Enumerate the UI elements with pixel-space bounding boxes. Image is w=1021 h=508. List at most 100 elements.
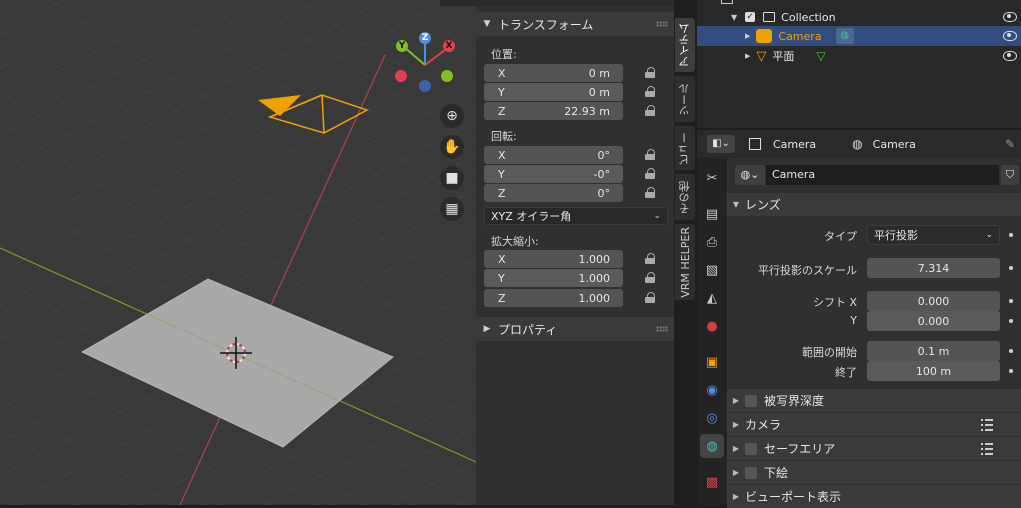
mesh-data-icon[interactable]: ▽: [816, 49, 825, 63]
dof-panel-header[interactable]: ▶ 被写界深度: [727, 389, 1021, 412]
drag-grip-icon[interactable]: [656, 326, 668, 332]
camera-data-tab-icon[interactable]: ◍: [700, 434, 724, 458]
expand-triangle-icon: ▼: [731, 12, 738, 22]
tab-item[interactable]: アイテム: [675, 18, 695, 72]
output-tab-icon[interactable]: ⎙: [700, 230, 724, 254]
safe-areas-checkbox[interactable]: [745, 442, 757, 455]
tab-tool[interactable]: ツール: [675, 76, 695, 122]
datablock-selector[interactable]: ◍⌄ Camera ⛉: [735, 165, 1019, 185]
clip-end-label: 終了: [835, 366, 857, 379]
gizmo-x-ball[interactable]: X: [443, 40, 455, 52]
rotation-mode-dropdown[interactable]: XYZ オイラー角 ⌄: [484, 207, 668, 225]
axis-label: Y: [498, 271, 505, 285]
background-images-panel-header[interactable]: ▶ 下絵: [727, 461, 1021, 484]
properties-tabs: ✂ ▤ ⎙ ▧ ◭ ● ▣ ◉ ◎ ◍ ▩: [697, 158, 727, 505]
drag-grip-icon[interactable]: [656, 21, 668, 27]
shift-x-field[interactable]: 0.000: [867, 291, 1000, 311]
field-value: 0°: [597, 148, 611, 162]
rotation-x-field[interactable]: X 0°: [484, 146, 623, 164]
lock-location-z-icon[interactable]: [644, 105, 658, 117]
animate-dot-icon[interactable]: [1009, 319, 1013, 323]
outliner-row-camera[interactable]: ▶ Camera ◍: [697, 26, 1021, 46]
tab-view[interactable]: ビュー: [675, 126, 695, 170]
animate-dot-icon[interactable]: [1009, 369, 1013, 373]
datablock-name-field[interactable]: Camera: [766, 165, 999, 185]
shift-y-field[interactable]: 0.000: [867, 311, 1000, 331]
render-tab-icon[interactable]: ▤: [700, 202, 724, 226]
object-tab-icon[interactable]: ▣: [700, 350, 724, 374]
lock-rotation-y-icon[interactable]: [644, 168, 658, 180]
ortho-scale-field[interactable]: 7.314: [867, 258, 1000, 278]
zoom-icon[interactable]: ⊕: [440, 104, 464, 128]
lock-scale-z-icon[interactable]: [644, 292, 658, 304]
expand-triangle-icon: ▶: [483, 324, 491, 334]
tab-misc[interactable]: その他: [675, 174, 695, 220]
view-layer-tab-icon[interactable]: ▧: [700, 258, 724, 282]
camera-data-icon[interactable]: ◍: [835, 28, 854, 44]
world-tab-icon[interactable]: ●: [700, 314, 724, 338]
location-z-field[interactable]: Z 22.93 m: [484, 102, 623, 120]
animate-dot-icon[interactable]: [1009, 233, 1013, 237]
viewport-header-strip: [440, 0, 476, 6]
rotation-z-field[interactable]: Z 0°: [484, 184, 623, 202]
fake-user-shield-icon[interactable]: ⛉: [1001, 165, 1019, 185]
npanel-header-toolbar[interactable]: [476, 0, 674, 6]
lock-location-x-icon[interactable]: [644, 67, 658, 79]
physics-tab-icon[interactable]: ◎: [700, 406, 724, 430]
safe-areas-label: セーフエリア: [764, 442, 836, 456]
location-y-field[interactable]: Y 0 m: [484, 83, 623, 101]
datablock-browse-icon[interactable]: ◍⌄: [735, 165, 765, 185]
lock-rotation-z-icon[interactable]: [644, 187, 658, 199]
scene-tab-icon[interactable]: ◭: [700, 286, 724, 310]
outliner-row-collection[interactable]: ▼ ✓ Collection: [697, 7, 1021, 27]
field-value: 0 m: [588, 66, 610, 80]
transform-panel-header[interactable]: ▼ トランスフォーム: [476, 12, 674, 36]
ortho-grid-icon[interactable]: ▦: [440, 197, 464, 221]
rotation-y-field[interactable]: Y -0°: [484, 165, 623, 183]
list-menu-icon[interactable]: [981, 443, 993, 455]
editor-type-dropdown[interactable]: ◧⌄: [707, 135, 735, 153]
3d-viewport[interactable]: Z Y X ⊕ ✋ ■ ▦: [0, 0, 476, 505]
gizmo-neg-x-ball[interactable]: [395, 70, 407, 82]
clip-start-field[interactable]: 0.1 m: [867, 341, 1000, 361]
texture-tab-icon[interactable]: ▩: [700, 470, 724, 494]
animate-dot-icon[interactable]: [1009, 266, 1013, 270]
camera-view-icon[interactable]: ■: [440, 166, 464, 190]
lock-rotation-x-icon[interactable]: [644, 149, 658, 161]
type-dropdown[interactable]: 平行投影 ⌄: [867, 225, 1000, 245]
scale-x-field[interactable]: X 1.000: [484, 250, 623, 268]
properties-panel-header[interactable]: ▶ プロパティ: [476, 317, 674, 341]
lens-panel-header[interactable]: ▼ レンズ: [727, 193, 1021, 216]
background-images-checkbox[interactable]: [745, 466, 757, 479]
pan-hand-icon[interactable]: ✋: [440, 135, 464, 159]
gizmo-y-ball[interactable]: Y: [396, 40, 408, 52]
field-value: 22.93 m: [564, 104, 610, 118]
scale-z-field[interactable]: Z 1.000: [484, 289, 623, 307]
navigation-gizmo[interactable]: Z Y X: [390, 30, 460, 100]
lock-scale-y-icon[interactable]: [644, 272, 658, 284]
clip-end-field[interactable]: 100 m: [867, 361, 1000, 381]
outliner-row-plane[interactable]: ▶ ▽ 平面 ▽: [697, 46, 1021, 66]
lock-location-y-icon[interactable]: [644, 86, 658, 98]
eye-visibility-icon[interactable]: [1003, 51, 1017, 61]
gizmo-neg-z-ball[interactable]: [419, 80, 431, 92]
list-menu-icon[interactable]: [981, 419, 993, 431]
lock-scale-x-icon[interactable]: [644, 253, 658, 265]
eye-visibility-icon[interactable]: [1003, 31, 1017, 41]
location-x-field[interactable]: X 0 m: [484, 64, 623, 82]
tool-tab-icon[interactable]: ✂: [700, 166, 724, 190]
scale-y-field[interactable]: Y 1.000: [484, 269, 623, 287]
tab-vrm-helper[interactable]: VRM HELPER: [675, 224, 695, 300]
gizmo-z-ball[interactable]: Z: [419, 32, 431, 44]
modifier-tab-icon[interactable]: ◉: [700, 378, 724, 402]
gizmo-neg-y-ball[interactable]: [441, 70, 453, 82]
animate-dot-icon[interactable]: [1009, 299, 1013, 303]
eye-visibility-icon[interactable]: [1003, 12, 1017, 22]
dof-checkbox[interactable]: [745, 394, 757, 407]
safe-areas-panel-header[interactable]: ▶ セーフエリア: [727, 437, 1021, 460]
camera-panel-header[interactable]: ▶ カメラ: [727, 413, 1021, 436]
checkbox-checked-icon[interactable]: ✓: [745, 12, 756, 22]
tab-label: ビュー: [678, 131, 691, 165]
pin-icon[interactable]: ✎: [1005, 137, 1015, 151]
animate-dot-icon[interactable]: [1009, 349, 1013, 353]
